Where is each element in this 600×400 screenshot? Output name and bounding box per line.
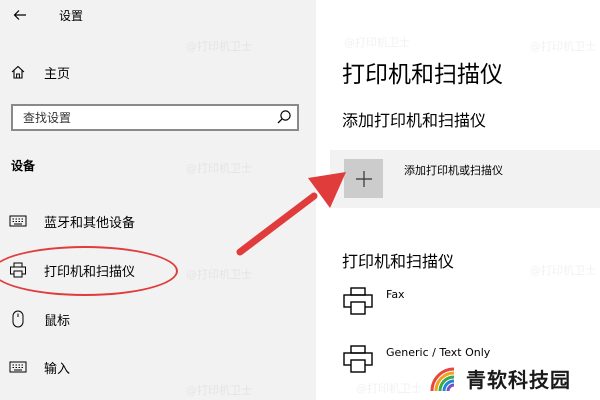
watermark: @打印机卫士	[530, 264, 596, 277]
add-printer-label: 添加打印机或扫描仪	[404, 164, 503, 177]
back-arrow-icon	[13, 10, 26, 20]
watermark: @打印机卫士	[186, 162, 252, 175]
add-printer-button[interactable]: 添加打印机或扫描仪	[330, 150, 600, 208]
sidebar-item-home[interactable]: 主页	[0, 57, 316, 87]
watermark: @打印机卫士	[344, 36, 410, 49]
back-button[interactable]	[8, 2, 32, 28]
list-section-title: 打印机和扫描仪	[342, 252, 455, 271]
watermark: @打印机卫士	[186, 40, 252, 53]
sidebar-item-mouse[interactable]: 鼠标	[0, 304, 316, 334]
sidebar-item-bluetooth[interactable]: 蓝牙和其他设备	[0, 206, 316, 236]
sidebar-item-label: 鼠标	[44, 313, 71, 329]
printer-icon	[343, 345, 373, 373]
watermark: @打印机卫士	[186, 384, 252, 397]
device-name: Fax	[386, 288, 405, 301]
sidebar-item-label: 主页	[44, 66, 71, 82]
sidebar-item-label: 输入	[44, 361, 71, 377]
add-section-title: 添加打印机和扫描仪	[342, 111, 487, 130]
device-item-fax[interactable]: Fax	[342, 286, 592, 332]
printer-icon	[343, 287, 373, 315]
printer-icon	[9, 261, 27, 279]
sidebar-item-label: 蓝牙和其他设备	[44, 215, 136, 231]
page-title: 打印机和扫描仪	[342, 62, 503, 88]
sidebar-item-input[interactable]: 输入	[0, 352, 316, 382]
keyboard-icon	[9, 358, 27, 376]
home-icon	[9, 63, 27, 81]
watermark: @打印机卫士	[530, 40, 596, 53]
search-box[interactable]	[11, 104, 299, 131]
sidebar-item-label: 打印机和扫描仪	[44, 264, 136, 280]
signal-logo-icon	[430, 367, 455, 392]
settings-sidebar: 设置 主页 设备 蓝牙和其他设备	[0, 0, 316, 400]
mouse-icon	[9, 310, 27, 328]
plus-icon	[344, 159, 383, 198]
section-heading: 设备	[11, 159, 36, 173]
keyboard-icon	[9, 212, 27, 230]
search-input[interactable]	[23, 109, 263, 127]
device-name: Generic / Text Only	[386, 346, 491, 359]
brand-logo: 青软科技园	[426, 360, 586, 396]
settings-main: 打印机和扫描仪 添加打印机和扫描仪 添加打印机或扫描仪 打印机和扫描仪 Fax …	[316, 0, 600, 400]
sidebar-item-printers[interactable]: 打印机和扫描仪	[0, 255, 316, 285]
brand-name: 青软科技园	[466, 367, 571, 392]
search-icon[interactable]	[275, 108, 293, 126]
window-title: 设置	[59, 9, 84, 23]
